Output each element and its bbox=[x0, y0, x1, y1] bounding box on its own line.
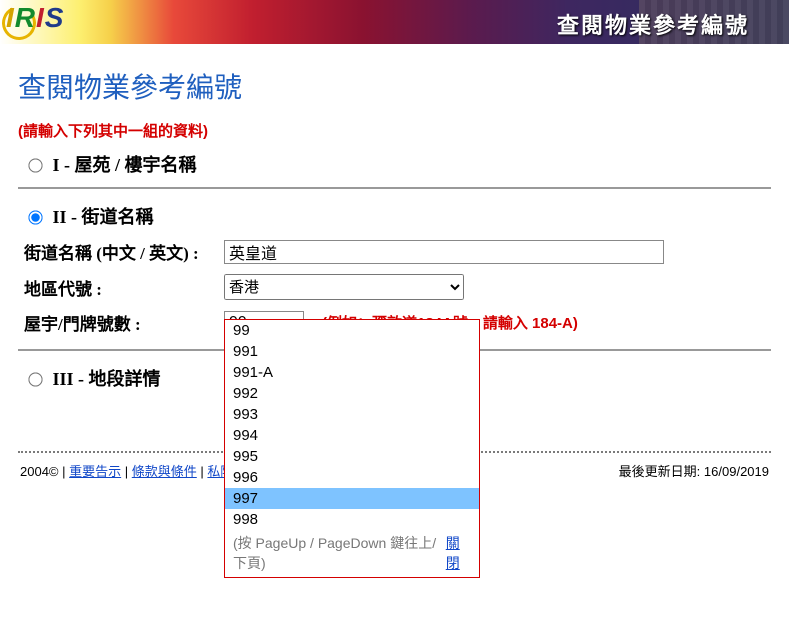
dd-item-highlighted[interactable]: 997 bbox=[225, 488, 479, 509]
dd-hint: (按 PageUp / PageDown 鍵往上/下頁) bbox=[233, 533, 446, 573]
page-title: 查閱物業參考編號 bbox=[18, 66, 771, 106]
option-2-row: II - 街道名稱 bbox=[18, 199, 771, 237]
street-form-block: 街道名稱 (中文 / 英文) : 地區代號 : 香港 屋宇/門牌號數 : (例如… bbox=[18, 237, 771, 335]
footer-link-terms[interactable]: 條款與條件 bbox=[132, 464, 197, 479]
district-label: 地區代號 : bbox=[24, 275, 224, 300]
dd-item[interactable]: 998 bbox=[225, 509, 479, 530]
district-select[interactable]: 香港 bbox=[224, 274, 464, 300]
house-no-autocomplete: 99 991 991-A 992 993 994 995 996 997 998… bbox=[224, 319, 480, 578]
banner-title: 查閱物業參考編號 bbox=[557, 8, 749, 40]
street-label: 街道名稱 (中文 / 英文) : bbox=[24, 239, 224, 264]
opt3-label[interactable]: III - 地段詳情 bbox=[24, 369, 161, 389]
opt3-radio[interactable] bbox=[28, 372, 42, 386]
opt3-text: III - 地段詳情 bbox=[53, 369, 161, 389]
updated-date: 16/09/2019 bbox=[704, 464, 769, 479]
dd-item[interactable]: 99 bbox=[225, 320, 479, 341]
instruction-text: (請輸入下列其中一組的資料) bbox=[18, 120, 771, 141]
dd-item[interactable]: 995 bbox=[225, 446, 479, 467]
dd-item[interactable]: 991-A bbox=[225, 362, 479, 383]
opt2-radio[interactable] bbox=[28, 210, 42, 224]
dd-item[interactable]: 991 bbox=[225, 341, 479, 362]
dd-close-link[interactable]: 關閉 bbox=[446, 533, 471, 573]
opt1-text: I - 屋苑 / 樓宇名稱 bbox=[53, 155, 197, 175]
opt1-label[interactable]: I - 屋苑 / 樓宇名稱 bbox=[24, 155, 197, 175]
divider bbox=[18, 187, 771, 189]
top-banner: IRIS 查閱物業參考編號 bbox=[0, 0, 789, 44]
option-1-row: I - 屋苑 / 樓宇名稱 bbox=[18, 147, 771, 185]
opt2-text: II - 街道名稱 bbox=[53, 207, 154, 227]
iris-logo: IRIS bbox=[6, 2, 64, 34]
house-no-label: 屋宇/門牌號數 : bbox=[24, 310, 224, 335]
dd-item[interactable]: 994 bbox=[225, 425, 479, 446]
opt1-radio[interactable] bbox=[28, 158, 42, 172]
dd-item[interactable]: 993 bbox=[225, 404, 479, 425]
dd-item[interactable]: 992 bbox=[225, 383, 479, 404]
street-input[interactable] bbox=[224, 240, 664, 264]
opt2-label[interactable]: II - 街道名稱 bbox=[24, 207, 154, 227]
updated-label: 最後更新日期: bbox=[619, 464, 701, 479]
dd-item[interactable]: 996 bbox=[225, 467, 479, 488]
footer-link-notice[interactable]: 重要告示 bbox=[69, 464, 121, 479]
copyright: 2004© | bbox=[20, 464, 66, 479]
